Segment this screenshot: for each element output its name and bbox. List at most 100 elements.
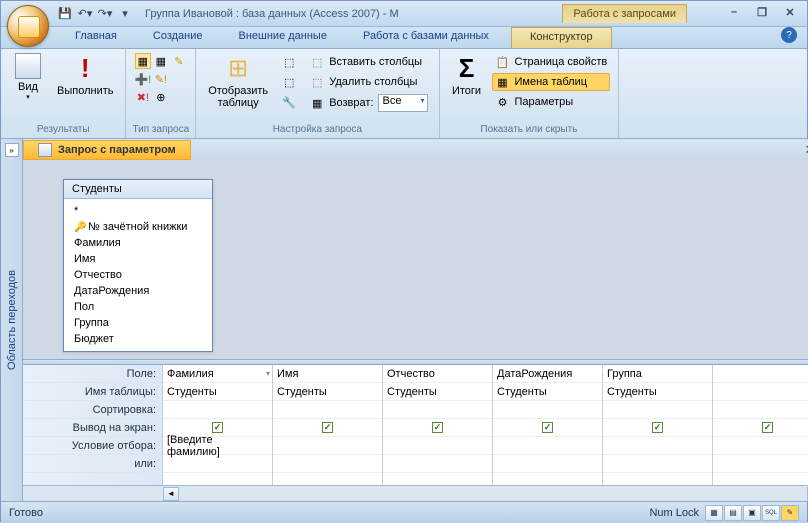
tab-external-data[interactable]: Внешние данные [221,27,345,48]
cell-table[interactable]: Студенты [603,383,712,401]
cell-criteria[interactable] [273,437,382,455]
show-checkbox[interactable]: ✓ [432,422,443,433]
delete-query-icon[interactable]: ✖! [135,89,151,105]
delete-cols-button[interactable]: ⬚Удалить столбцы [306,73,430,91]
document-tab[interactable]: Запрос с параметром [23,140,191,160]
select-query-icon[interactable]: ▦ [135,53,151,69]
cell-criteria[interactable] [603,437,712,455]
undo-icon[interactable]: ↶▾ [77,6,93,22]
sql-view-btn[interactable]: SQL [762,505,780,521]
update-query-icon[interactable]: ✎! [153,71,169,87]
cell-criteria[interactable] [493,437,602,455]
table-field[interactable]: Фамилия [66,235,210,251]
document-close-button[interactable]: ✕ [801,141,808,159]
design-view-btn[interactable]: ✎ [781,505,799,521]
table-field[interactable]: * [66,203,210,219]
make-table-icon[interactable]: ✎ [171,53,187,69]
table-field[interactable]: Бюджет [66,331,210,347]
close-button[interactable]: ✕ [781,5,799,19]
tab-home[interactable]: Главная [57,27,135,48]
table-field[interactable]: Пол [66,299,210,315]
cell-or[interactable] [713,455,808,473]
pivottable-view-btn[interactable]: ▤ [724,505,742,521]
cell-field[interactable]: Фамилия [163,365,272,383]
insert-rows-button[interactable]: ⬚ [278,53,300,71]
office-orb[interactable] [7,5,49,47]
redo-icon[interactable]: ↷▾ [97,6,113,22]
cell-show[interactable]: ✓ [273,419,382,437]
table-field[interactable]: Отчество [66,267,210,283]
cell-field[interactable]: Имя [273,365,382,383]
table-names-button[interactable]: ▦Имена таблиц [492,73,611,91]
cell-sort[interactable] [493,401,602,419]
cell-field[interactable] [713,365,808,383]
show-table-button[interactable]: ⊞ Отобразить таблицу [202,51,274,111]
view-button[interactable]: Вид▾ [7,51,49,103]
cell-table[interactable] [713,383,808,401]
cell-sort[interactable] [713,401,808,419]
tab-db-tools[interactable]: Работа с базами данных [345,27,507,48]
table-field[interactable]: Имя [66,251,210,267]
cell-sort[interactable] [273,401,382,419]
cell-show[interactable]: ✓ [713,419,808,437]
cell-show[interactable]: ✓ [603,419,712,437]
insert-cols-button[interactable]: ⬚Вставить столбцы [306,53,430,71]
minimize-button[interactable]: – [725,5,743,19]
cell-field[interactable]: ДатаРождения [493,365,602,383]
horizontal-scrollbar[interactable]: ◄ ► [23,485,808,501]
builder-button[interactable]: 🔧 [278,93,300,111]
scroll-left-icon[interactable]: ◄ [163,487,179,501]
run-button[interactable]: ! Выполнить [51,51,119,99]
return-dropdown[interactable]: Все [378,94,428,112]
crosstab-icon[interactable]: ▦ [153,53,169,69]
cell-or[interactable] [603,455,712,473]
union-icon[interactable]: ⊕ [153,89,169,105]
cell-field[interactable]: Группа [603,365,712,383]
show-checkbox[interactable]: ✓ [652,422,663,433]
totals-button[interactable]: Σ Итоги [446,51,488,99]
table-field[interactable]: Группа [66,315,210,331]
show-checkbox[interactable]: ✓ [212,422,223,433]
help-icon[interactable]: ? [781,27,797,43]
table-field[interactable]: 🔑№ зачётной книжки [66,219,210,235]
cell-field[interactable]: Отчество [383,365,492,383]
cell-or[interactable] [273,455,382,473]
append-query-icon[interactable]: ➕! [135,71,151,87]
cell-table[interactable]: Студенты [493,383,602,401]
cell-table[interactable]: Студенты [383,383,492,401]
cell-or[interactable] [493,455,602,473]
show-checkbox[interactable]: ✓ [542,422,553,433]
delete-rows-icon: ⬚ [281,74,297,90]
show-checkbox[interactable]: ✓ [322,422,333,433]
cell-table[interactable]: Студенты [163,383,272,401]
cell-show[interactable]: ✓ [383,419,492,437]
cell-table[interactable]: Студенты [273,383,382,401]
property-sheet-button[interactable]: 📋Страница свойств [492,53,611,71]
tab-create[interactable]: Создание [135,27,221,48]
cell-criteria[interactable]: [Введите фамилию] [163,437,272,455]
table-widget[interactable]: Студенты *🔑№ зачётной книжкиФамилияИмяОт… [63,179,213,352]
query-design-surface[interactable]: Студенты *🔑№ зачётной книжкиФамилияИмяОт… [23,161,808,359]
cell-criteria[interactable] [713,437,808,455]
context-tab-group: Работа с запросами [562,4,687,23]
cell-or[interactable] [163,455,272,473]
datasheet-view-btn[interactable]: ▦ [705,505,723,521]
cell-sort[interactable] [163,401,272,419]
cell-or[interactable] [383,455,492,473]
cell-sort[interactable] [383,401,492,419]
cell-sort[interactable] [603,401,712,419]
navpane-toggle-icon[interactable]: » [5,143,19,157]
cell-show[interactable]: ✓ [493,419,602,437]
show-checkbox[interactable]: ✓ [762,422,773,433]
table-field[interactable]: ДатаРождения [66,283,210,299]
delete-rows-button[interactable]: ⬚ [278,73,300,91]
pivotchart-view-btn[interactable]: ▣ [743,505,761,521]
tab-design[interactable]: Конструктор [511,27,612,48]
restore-button[interactable]: ❐ [753,5,771,19]
navigation-pane[interactable]: » Область переходов [1,139,23,501]
scroll-track[interactable] [179,487,807,501]
cell-criteria[interactable] [383,437,492,455]
qat-customize-icon[interactable]: ▾ [117,6,133,22]
save-icon[interactable]: 💾 [57,6,73,22]
parameters-button[interactable]: ⚙Параметры [492,93,611,111]
